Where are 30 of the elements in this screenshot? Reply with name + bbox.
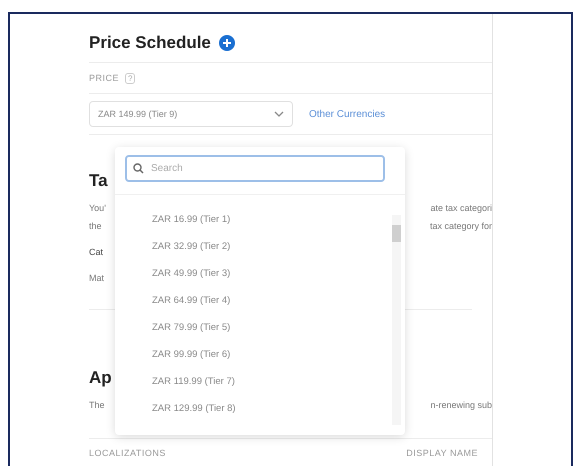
chevron-icon bbox=[274, 111, 284, 117]
dropdown-option[interactable]: ZAR 49.99 (Tier 3) bbox=[152, 266, 405, 293]
section-title: Price Schedule bbox=[89, 33, 211, 53]
description-text: The bbox=[89, 399, 105, 412]
dropdown-option[interactable]: ZAR 32.99 (Tier 2) bbox=[152, 239, 405, 266]
description-text: ate tax categori bbox=[430, 202, 492, 215]
other-currencies-link[interactable]: Other Currencies bbox=[309, 108, 386, 120]
search-icon bbox=[133, 163, 144, 174]
dropdown-option[interactable]: ZAR 119.99 (Tier 7) bbox=[152, 374, 405, 401]
description-text: n-renewing sub bbox=[430, 399, 492, 412]
help-badge[interactable]: ? bbox=[125, 72, 136, 84]
field-value: Mat bbox=[89, 272, 104, 285]
description-text: tax category for bbox=[430, 220, 492, 233]
price-dropdown[interactable]: ZAR 149.99 (Tier 9) bbox=[89, 101, 293, 127]
dropdown-option[interactable]: ZAR 129.99 (Tier 8) bbox=[152, 401, 405, 428]
price-label: PRICE bbox=[89, 73, 120, 83]
column-header: LOCALIZATIONS bbox=[89, 448, 166, 458]
section-heading: Ap bbox=[89, 368, 112, 388]
section-heading: Ta bbox=[89, 171, 108, 191]
dropdown-option[interactable]: ZAR 16.99 (Tier 1) bbox=[152, 212, 405, 239]
dropdown-option[interactable]: ZAR 64.99 (Tier 4) bbox=[152, 293, 405, 320]
dropdown-option[interactable]: ZAR 99.99 (Tier 6) bbox=[152, 347, 405, 374]
scrollbar[interactable] bbox=[392, 215, 401, 425]
add-icon[interactable] bbox=[218, 35, 235, 51]
description-text: the bbox=[89, 220, 102, 233]
search-field[interactable]: Search bbox=[125, 155, 385, 182]
field-label: Cat bbox=[89, 246, 104, 259]
dropdown-option[interactable]: ZAR 79.99 (Tier 5) bbox=[152, 320, 405, 347]
description-text: You' bbox=[89, 202, 106, 215]
column-header: DISPLAY NAME bbox=[406, 448, 478, 458]
